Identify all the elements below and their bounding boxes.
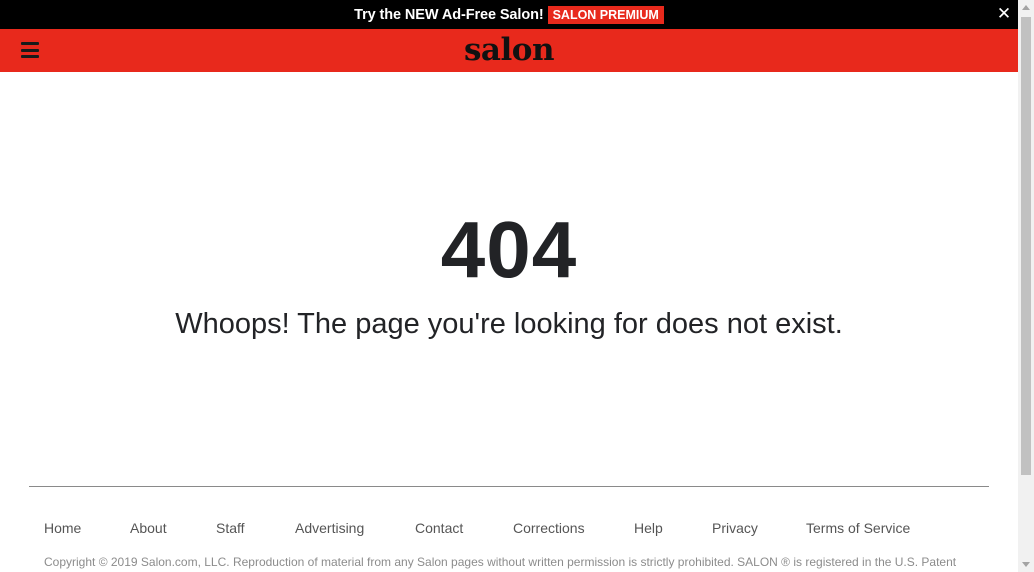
footer-divider: [29, 486, 989, 487]
footer-link-contact[interactable]: Contact: [415, 519, 463, 537]
vertical-scrollbar[interactable]: [1018, 0, 1034, 572]
footer-link-terms-of-service[interactable]: Terms of Service: [806, 519, 910, 537]
scroll-down-arrow-icon[interactable]: [1022, 562, 1030, 567]
error-message: Whoops! The page you're looking for does…: [175, 308, 843, 340]
scroll-up-arrow-icon[interactable]: [1022, 5, 1030, 10]
scrollbar-thumb[interactable]: [1021, 17, 1031, 475]
footer-link-corrections[interactable]: Corrections: [513, 519, 585, 537]
promo-bar[interactable]: Try the NEW Ad-Free Salon! SALON PREMIUM…: [0, 0, 1018, 29]
footer-link-advertising[interactable]: Advertising: [295, 519, 364, 537]
salon-logo[interactable]: salon: [0, 31, 1018, 69]
site-header: salon: [0, 29, 1018, 72]
close-icon[interactable]: ✕: [996, 5, 1012, 23]
salon-premium-badge[interactable]: SALON PREMIUM: [547, 5, 664, 24]
footer-link-about[interactable]: About: [130, 519, 167, 537]
error-code: 404: [440, 205, 578, 294]
promo-text[interactable]: Try the NEW Ad-Free Salon!: [354, 7, 544, 23]
footer-link-home[interactable]: Home: [44, 519, 81, 537]
footer-link-staff[interactable]: Staff: [216, 519, 245, 537]
copyright-text: Copyright © 2019 Salon.com, LLC. Reprodu…: [44, 555, 957, 569]
footer-link-help[interactable]: Help: [634, 519, 663, 537]
footer-link-privacy[interactable]: Privacy: [712, 519, 758, 537]
